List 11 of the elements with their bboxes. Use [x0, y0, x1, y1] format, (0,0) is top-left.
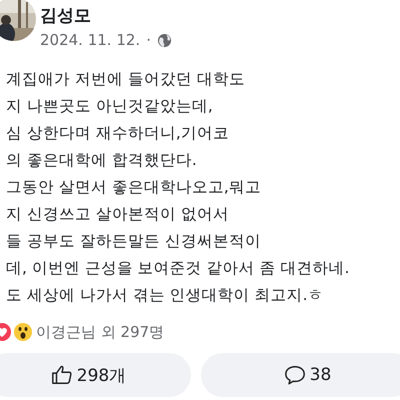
wow-emoji-icon: [14, 323, 32, 341]
reaction-summary[interactable]: 이경근님 외 297명: [36, 322, 164, 342]
separator-dot: ·: [146, 31, 151, 49]
post-date[interactable]: 2024. 11. 12.: [40, 31, 140, 49]
like-button[interactable]: 298개: [0, 353, 191, 397]
comment-icon: [284, 364, 306, 386]
post-text: 계집애가 저번에 들어갔던 대학도 지 나쁜곳도 아닌것같았는데, 심 상한다며 재수하더니,기어코 의 좋은대학에 합격했단다. 그동안 살면서 좋은대학나오고,뭐고 지 신경쓰고 살아본적이 없어서 들 공부도 잘하든말든 신경써본적이 데, 이번엔 근성을 보여준것 같아서 좀 대견하네. 도 세상에 나가서 겪는 인생대학이 최고지.ㅎ: [5, 69, 350, 306]
comment-button[interactable]: 38: [201, 353, 400, 397]
author-name[interactable]: 김성모: [40, 4, 172, 27]
thumbs-up-icon: [50, 364, 73, 386]
globe-icon: [156, 32, 172, 48]
